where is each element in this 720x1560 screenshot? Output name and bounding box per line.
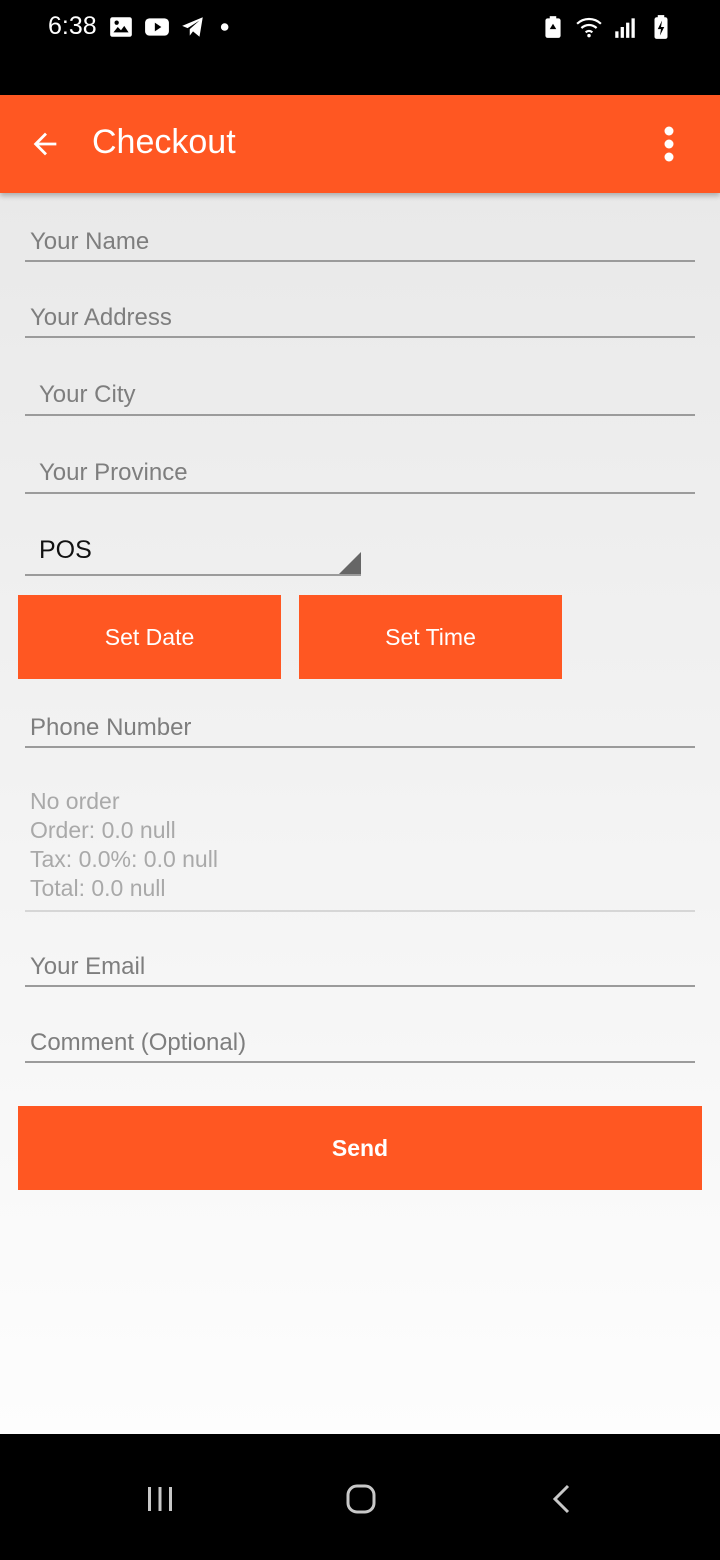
order-subtotal-line: Order: 0.0 null	[30, 817, 176, 843]
app-bar: Checkout	[0, 95, 720, 193]
back-button[interactable]	[20, 119, 70, 169]
battery-saver-icon	[540, 14, 566, 40]
dropdown-arrow-icon	[339, 552, 361, 574]
comment-field-container	[25, 1024, 695, 1063]
recent-apps-button[interactable]	[130, 1474, 190, 1524]
payment-method-value: POS	[39, 536, 92, 564]
order-summary: No order Order: 0.0 null Tax: 0.0%: 0.0 …	[25, 787, 695, 912]
status-right-icons	[540, 14, 674, 40]
checkout-form: POS Set Date Set Time No order Order: 0.…	[0, 193, 720, 1434]
order-total-line: Total: 0.0 null	[30, 875, 166, 901]
address-field[interactable]	[25, 299, 695, 336]
city-field[interactable]	[25, 375, 695, 414]
set-date-button[interactable]: Set Date	[18, 595, 281, 679]
province-field-container	[25, 453, 695, 494]
order-summary-line: No order	[30, 788, 120, 814]
comment-field[interactable]	[25, 1024, 695, 1061]
address-field-container	[25, 299, 695, 338]
gallery-icon	[108, 14, 134, 40]
name-field-container	[25, 223, 695, 262]
overflow-menu-button[interactable]	[644, 119, 694, 169]
name-field[interactable]	[25, 223, 695, 260]
status-left-icons	[108, 14, 242, 40]
order-tax-line: Tax: 0.0%: 0.0 null	[30, 846, 218, 872]
send-button[interactable]: Send	[18, 1106, 702, 1190]
more-vert-icon	[664, 126, 674, 162]
signal-icon	[612, 14, 638, 40]
system-nav-bar	[0, 1434, 720, 1560]
page-title: Checkout	[92, 123, 236, 161]
email-field-container	[25, 948, 695, 987]
email-field[interactable]	[25, 948, 695, 985]
status-bar: 6:38	[0, 0, 720, 95]
set-time-button[interactable]: Set Time	[299, 595, 562, 679]
payment-method-select[interactable]: POS	[25, 528, 361, 576]
telegram-icon	[180, 14, 206, 40]
status-time: 6:38	[48, 12, 97, 40]
nav-back-button[interactable]	[533, 1474, 593, 1524]
phone-field-container	[25, 709, 695, 748]
arrow-back-icon	[33, 132, 57, 156]
province-field[interactable]	[25, 453, 695, 492]
youtube-icon	[144, 14, 170, 40]
city-field-container	[25, 375, 695, 416]
phone-field[interactable]	[25, 709, 695, 746]
dot-icon	[216, 14, 242, 40]
battery-charging-icon	[648, 14, 674, 40]
back-icon	[552, 1484, 570, 1514]
home-icon	[346, 1484, 376, 1514]
wifi-icon	[576, 14, 602, 40]
home-button[interactable]	[331, 1474, 391, 1524]
recent-apps-icon	[148, 1487, 172, 1511]
